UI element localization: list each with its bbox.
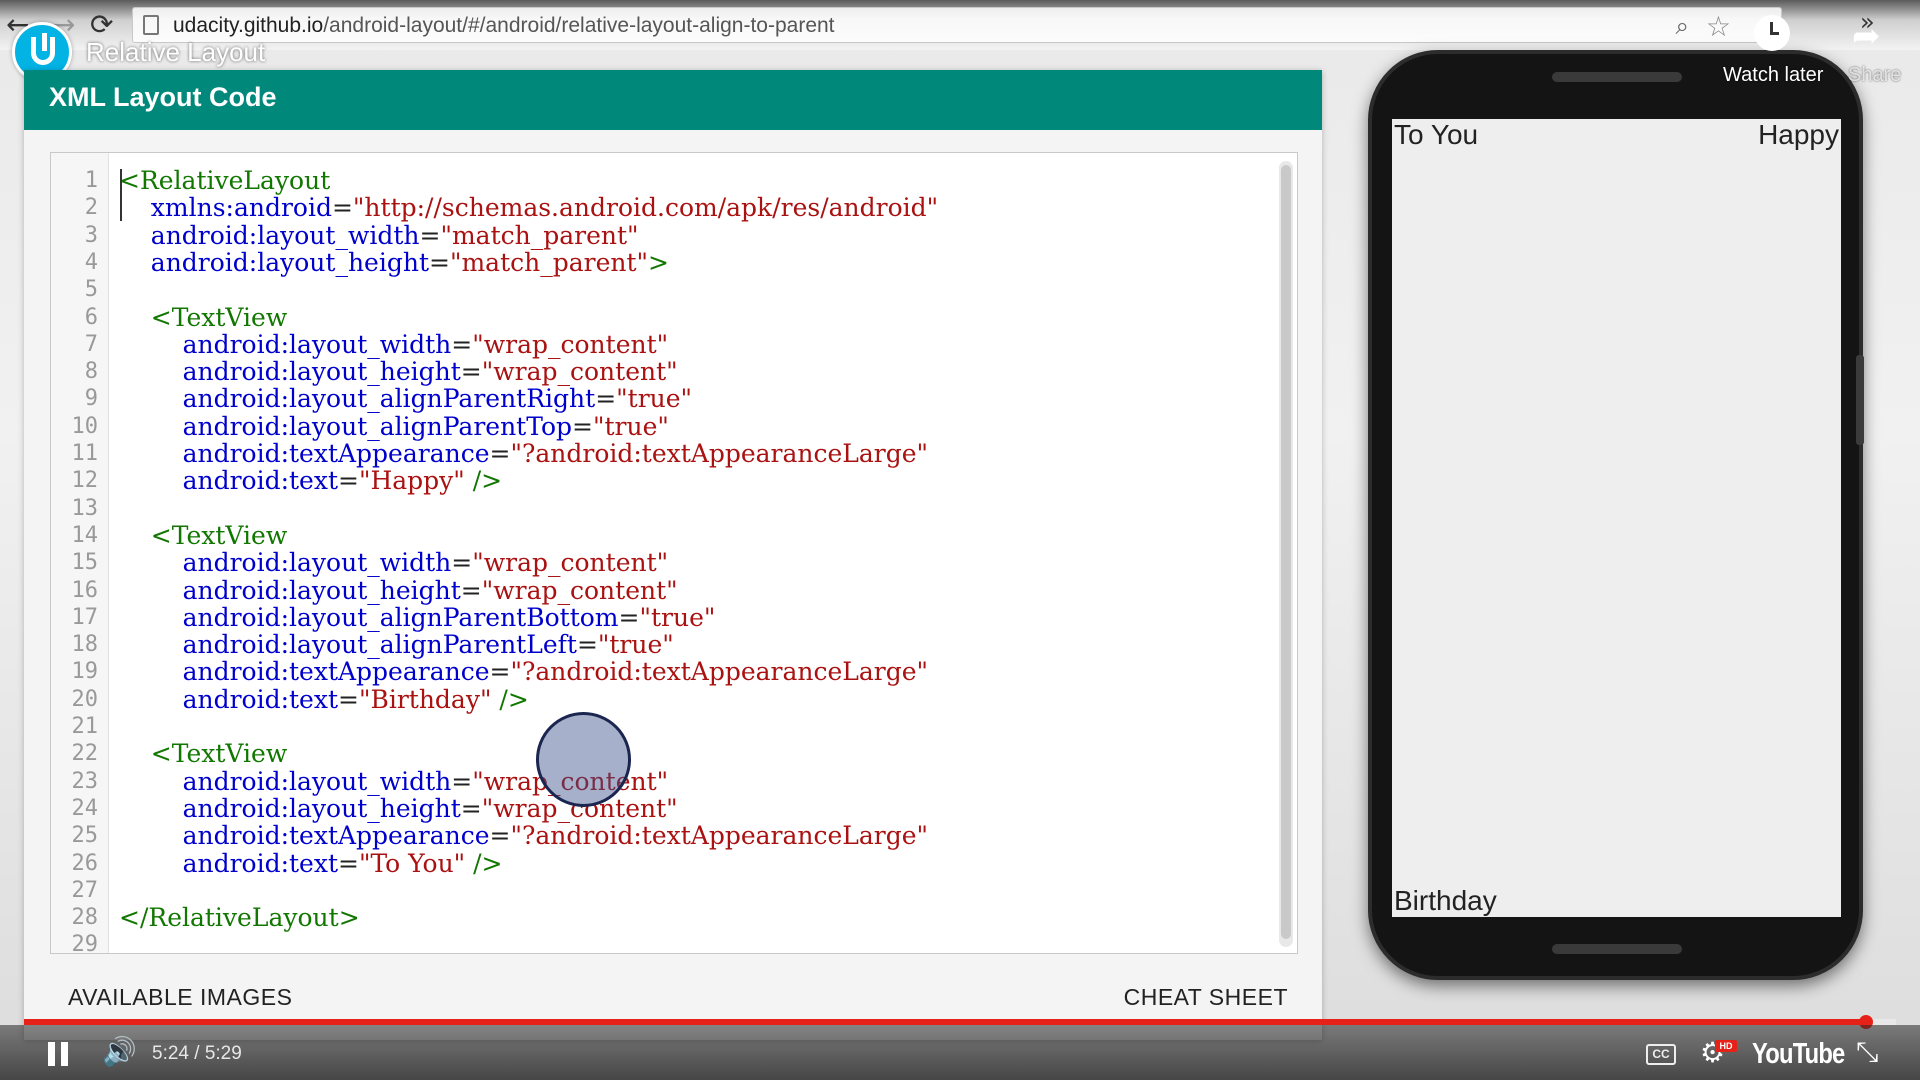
exit-fullscreen-icon[interactable]: ⤡ bbox=[1856, 1035, 1878, 1069]
code-editor[interactable]: 1 2 3 4 5 6 7 8 9 10 11 12 13 14 15 16 17 18 19 20 21 22 23 24 2… bbox=[50, 152, 1298, 957]
code-line[interactable]: android:layout_alignParentRight="true" bbox=[119, 385, 692, 412]
phone-screen: To You Happy Birthday bbox=[1392, 119, 1841, 917]
watch-later-label[interactable]: Watch later bbox=[1723, 64, 1823, 87]
code-line[interactable]: android:textAppearance="?android:textApp… bbox=[119, 440, 928, 467]
line-number: 17 bbox=[71, 604, 99, 630]
line-number: 21 bbox=[71, 714, 99, 739]
xml-layout-panel: XML Layout Code 1 2 3 4 5 6 7 8 9 10 11 12 13 14 15 16 1… bbox=[24, 70, 1322, 1040]
code-line[interactable]: android:layout_width="match_parent" bbox=[119, 222, 639, 249]
line-number: 27 bbox=[71, 877, 99, 903]
bookmark-star-icon[interactable]: ☆ bbox=[1706, 10, 1731, 43]
line-number: 6 bbox=[84, 304, 98, 330]
pause-icon[interactable] bbox=[46, 1025, 72, 1080]
panel-header: XML Layout Code bbox=[24, 70, 1322, 130]
text-view-to-you: To You bbox=[1394, 119, 1479, 150]
code-line[interactable]: android:layout_height="wrap_content" bbox=[119, 577, 678, 604]
line-number: 8 bbox=[84, 359, 98, 385]
code-line[interactable]: android:text="To You" /> bbox=[119, 850, 503, 877]
hd-badge: HD bbox=[1715, 1040, 1737, 1052]
volume-icon[interactable]: 🔊 bbox=[102, 1035, 137, 1068]
line-number: 20 bbox=[71, 686, 99, 712]
address-bar-url: udacity.github.io/android-layout/#/andro… bbox=[173, 14, 835, 37]
player-controls-bar: 🔊 5:24 / 5:29 CC ⚙ HD YouTube ⤡ bbox=[0, 1025, 1920, 1080]
udacity-u-icon bbox=[31, 33, 55, 65]
line-number: 24 bbox=[71, 795, 99, 821]
phone-device-frame: To You Happy Birthday bbox=[1368, 50, 1863, 980]
code-line[interactable]: android:textAppearance="?android:textApp… bbox=[119, 658, 928, 685]
code-line[interactable]: android:text="Happy" /> bbox=[119, 467, 503, 494]
share-arrow-icon[interactable]: ➦ bbox=[1852, 16, 1881, 56]
code-line[interactable]: <TextView bbox=[119, 740, 287, 767]
line-number: 23 bbox=[71, 768, 99, 794]
share-label[interactable]: Share bbox=[1848, 64, 1901, 87]
line-number: 9 bbox=[84, 386, 98, 412]
line-number: 5 bbox=[84, 277, 98, 303]
line-number: 29 bbox=[71, 932, 99, 958]
mouse-pointer-highlight bbox=[536, 712, 631, 807]
code-line[interactable]: android:layout_alignParentTop="true" bbox=[119, 413, 669, 440]
line-number: 14 bbox=[71, 522, 99, 548]
time-display: 5:24 / 5:29 bbox=[152, 1043, 242, 1064]
line-number: 13 bbox=[71, 495, 99, 521]
line-number: 7 bbox=[84, 331, 98, 357]
youtube-logo[interactable]: YouTube bbox=[1752, 1038, 1845, 1071]
line-number: 4 bbox=[84, 249, 98, 275]
code-line[interactable]: android:layout_width="wrap_content" bbox=[119, 331, 669, 358]
code-line[interactable]: android:layout_height="match_parent"> bbox=[119, 249, 669, 276]
line-number: 19 bbox=[71, 659, 99, 685]
line-number-gutter: 1 2 3 4 5 6 7 8 9 10 11 12 13 14 15 16 17 18 19 20 21 22 23 24 2… bbox=[51, 153, 109, 957]
line-number: 16 bbox=[71, 577, 99, 603]
cheat-sheet-link[interactable]: CHEAT SHEET bbox=[1124, 984, 1288, 1011]
code-line[interactable]: android:layout_alignParentLeft="true" bbox=[119, 631, 674, 658]
text-cursor bbox=[120, 169, 122, 221]
text-view-birthday: Birthday bbox=[1394, 885, 1497, 916]
browser-toolbar: ← → ⟳ udacity.github.io/android-layout/#… bbox=[0, 0, 1920, 50]
line-number: 3 bbox=[84, 222, 98, 248]
code-line[interactable]: </RelativeLayout> bbox=[119, 904, 360, 931]
line-number: 12 bbox=[71, 468, 99, 494]
line-number: 26 bbox=[71, 850, 99, 876]
line-number: 2 bbox=[84, 195, 98, 221]
watch-later-clock-icon[interactable] bbox=[1754, 15, 1790, 51]
available-images-link[interactable]: AVAILABLE IMAGES bbox=[68, 984, 292, 1011]
phone-top-speaker bbox=[1552, 72, 1682, 82]
line-number: 18 bbox=[71, 632, 99, 658]
line-number: 10 bbox=[71, 413, 99, 439]
text-view-happy: Happy bbox=[1758, 119, 1839, 150]
page-icon bbox=[143, 15, 159, 35]
line-number: 11 bbox=[71, 441, 99, 466]
code-line[interactable]: <TextView bbox=[119, 522, 287, 549]
panel-title: XML Layout Code bbox=[49, 82, 277, 112]
zoom-icon[interactable]: ⌕ bbox=[1676, 12, 1689, 40]
line-number: 1 bbox=[84, 168, 98, 193]
address-bar[interactable]: udacity.github.io/android-layout/#/andro… bbox=[132, 7, 1782, 43]
code-line[interactable]: android:textAppearance="?android:textApp… bbox=[119, 822, 928, 849]
editor-scrollbar[interactable] bbox=[1279, 161, 1293, 947]
line-number: 15 bbox=[71, 550, 99, 576]
phone-bottom-speaker bbox=[1552, 944, 1682, 954]
video-title[interactable]: Relative Layout bbox=[86, 37, 265, 68]
code-line[interactable]: <RelativeLayout bbox=[119, 167, 330, 194]
closed-captions-icon[interactable]: CC bbox=[1646, 1044, 1676, 1065]
editor-scroll-thumb[interactable] bbox=[1281, 165, 1291, 939]
line-number: 25 bbox=[71, 823, 99, 849]
code-line[interactable]: android:layout_height="wrap_content" bbox=[119, 358, 678, 385]
code-line[interactable]: android:layout_width="wrap_content" bbox=[119, 549, 669, 576]
code-line[interactable]: <TextView bbox=[119, 304, 287, 331]
code-line[interactable]: android:layout_alignParentBottom="true" bbox=[119, 604, 716, 631]
code-line[interactable]: android:text="Birthday" /> bbox=[119, 686, 529, 713]
line-number: 28 bbox=[71, 905, 99, 931]
phone-side-button bbox=[1856, 355, 1864, 445]
line-number: 22 bbox=[71, 741, 99, 767]
code-line[interactable]: xmlns:android="http://schemas.android.co… bbox=[119, 194, 938, 221]
